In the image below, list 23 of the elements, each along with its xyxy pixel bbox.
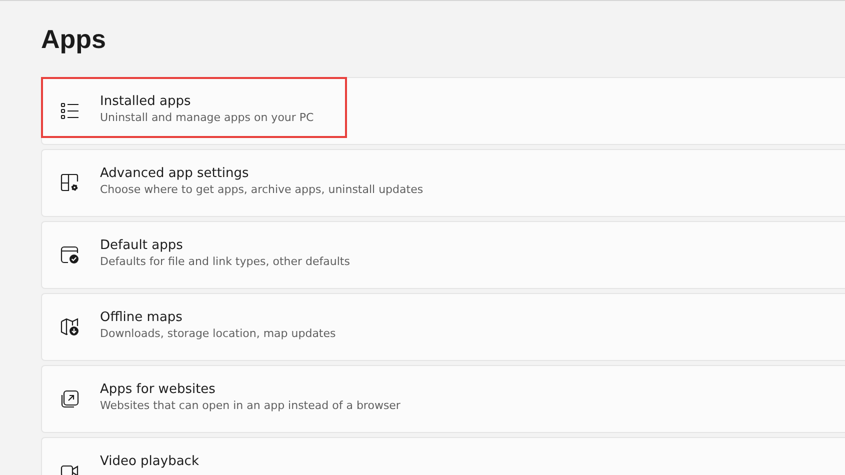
- item-title: Default apps: [100, 238, 184, 253]
- item-title: Offline maps: [100, 310, 184, 325]
- window-check-icon: [60, 245, 80, 265]
- settings-card[interactable]: Video playback: [41, 437, 845, 475]
- settings-card[interactable]: Installed apps Uninstall and manage apps on your PC: [41, 77, 845, 145]
- page-title: Apps: [41, 23, 107, 56]
- item-description: Websites that can open in an app instead of a browser: [100, 399, 400, 412]
- gear-window-icon: [60, 173, 80, 193]
- item-title: Video playback: [100, 454, 199, 469]
- item-title: Installed apps: [100, 94, 192, 109]
- settings-card[interactable]: Advanced app settings Choose where to get apps, archive apps, uninstall updates: [41, 149, 845, 217]
- open-external-icon: [60, 389, 80, 409]
- item-description: Uninstall and manage apps on your PC: [100, 111, 314, 124]
- item-description: Choose where to get apps, archive apps, uninstall updates: [100, 183, 424, 196]
- item-description: Downloads, storage location, map updates: [100, 327, 336, 340]
- item-title: Advanced app settings: [100, 166, 250, 181]
- item-title: Apps for websites: [100, 382, 216, 397]
- map-download-icon: [60, 317, 80, 337]
- settings-card[interactable]: Default apps Defaults for file and link types, other defaults: [41, 221, 845, 289]
- settings-card[interactable]: Apps for websites Websites that can open in an app instead of a browser: [41, 365, 845, 433]
- settings-card[interactable]: Offline maps Downloads, storage location, map updates: [41, 293, 845, 361]
- item-description: Defaults for file and link types, other defaults: [100, 255, 350, 268]
- list-icon: [60, 101, 80, 121]
